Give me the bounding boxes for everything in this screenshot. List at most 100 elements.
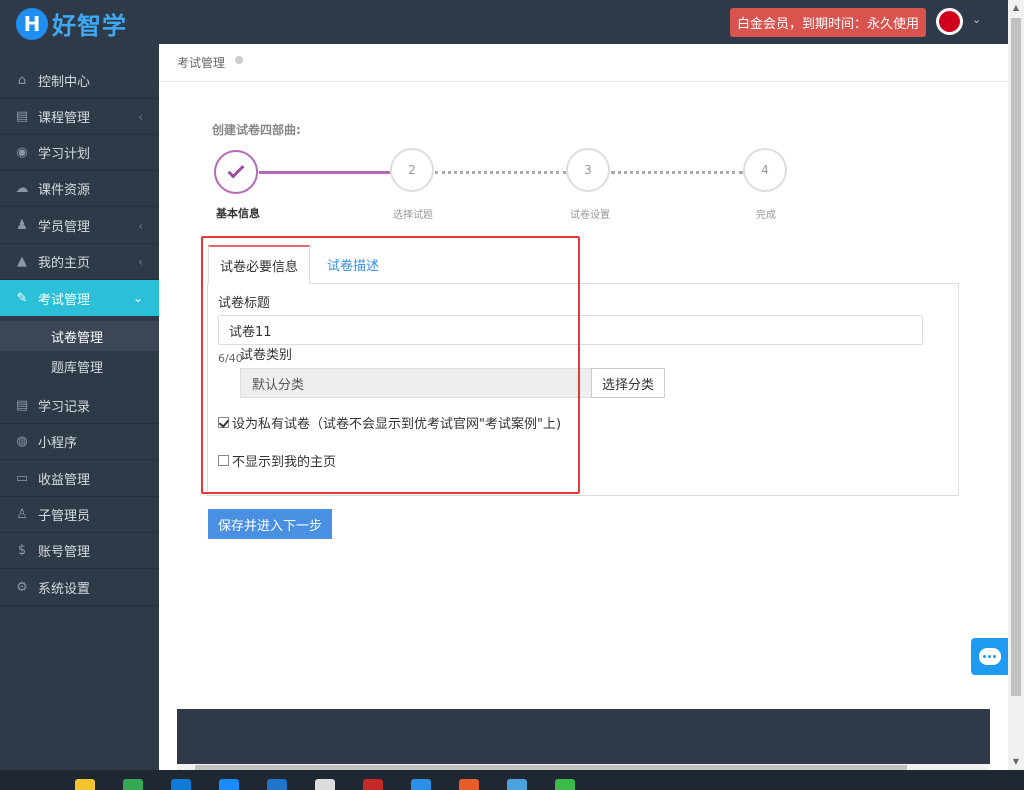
step-3-label: 试卷设置 <box>570 210 610 221</box>
sidebar-item-9[interactable]: ▭ 收益管理 <box>0 461 159 497</box>
settings-icon[interactable] <box>315 779 335 790</box>
graduation-cap-icon: ▲ <box>17 254 27 269</box>
step-2-label: 选择试题 <box>393 210 433 221</box>
title-label: 试卷标题 <box>218 296 271 311</box>
wps-icon[interactable] <box>363 779 383 790</box>
step-1-circle <box>214 150 258 194</box>
sidebar-item-label: 收益管理 <box>38 473 91 488</box>
tab-description[interactable]: 试卷描述 <box>312 245 394 284</box>
breadcrumb-label[interactable]: 考试管理 <box>177 54 225 71</box>
step-connector-done <box>259 171 390 174</box>
sidebar-item-label: 课件资源 <box>38 183 91 198</box>
sidebar-item-3[interactable]: ☁ 课件资源 <box>0 171 159 207</box>
hide-homepage-checkbox[interactable] <box>218 455 229 466</box>
save-next-button[interactable]: 保存并进入下一步 <box>208 509 332 539</box>
step-2-circle: 2 <box>390 148 434 192</box>
sidebar-item-2[interactable]: ◉ 学习计划 <box>0 135 159 171</box>
sidebar-item-label: 小程序 <box>38 436 78 451</box>
sidebar-item-1[interactable]: ▤ 课程管理 ‹ <box>0 99 159 135</box>
book-icon: ▤ <box>15 109 29 124</box>
logo-text: 好智学 <box>52 12 127 40</box>
checkmark-icon <box>227 161 245 179</box>
step-4-circle: 4 <box>743 148 787 192</box>
private-exam-option[interactable]: 设为私有试卷（试卷不会显示到优考试官网"考试案例"上) <box>218 413 561 432</box>
chat-widget[interactable] <box>971 638 1008 675</box>
gear-icon: ⚙ <box>16 580 28 595</box>
wechat-icon[interactable] <box>555 779 575 790</box>
step-4-label: 完成 <box>756 210 776 221</box>
sidebar-subitem-question-bank[interactable]: 题库管理 <box>0 351 159 381</box>
chevron-icon: ‹ <box>138 109 143 124</box>
membership-badge[interactable]: 白金会员，到期时间：永久使用 <box>730 8 926 37</box>
chevron-down-icon[interactable]: ⌄ <box>972 13 981 26</box>
sidebar-item-label: 我的主页 <box>38 256 91 271</box>
browser-icon[interactable] <box>267 779 287 790</box>
vertical-scrollbar[interactable]: ▲ ▼ <box>1008 0 1024 770</box>
sidebar-item-6[interactable]: ✎ 考试管理 ⌄ <box>0 280 159 316</box>
chrome-icon[interactable] <box>123 779 143 790</box>
sidebar-item-4[interactable]: ♟ 学员管理 ‹ <box>0 208 159 244</box>
category-label: 试卷类别 <box>240 348 293 363</box>
sidebar-item-label: 学习记录 <box>38 400 91 415</box>
step-connector <box>435 171 566 174</box>
sidebar-item-0[interactable]: ⌂ 控制中心 <box>0 63 159 99</box>
dollar-icon: $ <box>17 543 27 558</box>
folder-icon[interactable] <box>507 779 527 790</box>
sidebar-item-label: 账号管理 <box>38 545 91 560</box>
top-bar: H 好智学 白金会员，到期时间：永久使用 ⌄ <box>0 0 1008 44</box>
chevron-icon: ⌄ <box>132 291 143 305</box>
chevron-icon: ‹ <box>138 254 143 269</box>
scroll-up-arrow-icon[interactable]: ▲ <box>1008 0 1024 16</box>
user-secret-icon: ♙ <box>16 507 28 522</box>
tag-icon: ✎ <box>16 290 28 306</box>
category-field: 默认分类 <box>240 368 592 398</box>
send-icon[interactable] <box>219 779 239 790</box>
private-exam-label: 设为私有试卷（试卷不会显示到优考试官网"考试案例"上) <box>232 417 562 432</box>
avatar[interactable] <box>936 8 963 35</box>
title-input[interactable] <box>218 315 923 345</box>
step-3-circle: 3 <box>566 148 610 192</box>
sidebar-item-10[interactable]: ♙ 子管理员 <box>0 497 159 533</box>
footer <box>177 709 990 764</box>
sidebar-item-7[interactable]: ▤ 学习记录 <box>0 388 159 424</box>
office-icon[interactable] <box>459 779 479 790</box>
wechat-icon: ◍ <box>16 434 28 449</box>
chat-bubble-icon <box>978 648 1001 665</box>
sidebar-item-label: 课程管理 <box>38 111 91 126</box>
tab-required-info[interactable]: 试卷必要信息 <box>208 245 310 284</box>
step-connector <box>611 171 743 174</box>
cloud-drive-icon[interactable] <box>411 779 431 790</box>
edge-icon[interactable] <box>171 779 191 790</box>
breadcrumb: 考试管理 <box>159 44 1008 82</box>
logo[interactable]: H 好智学 <box>16 6 127 41</box>
sidebar-item-11[interactable]: $ 账号管理 <box>0 533 159 569</box>
select-category-button[interactable]: 选择分类 <box>591 368 665 398</box>
sidebar-item-label: 考试管理 <box>38 292 91 308</box>
sidebar-item-8[interactable]: ◍ 小程序 <box>0 424 159 460</box>
users-icon: ♟ <box>16 218 28 233</box>
avatar-image <box>939 11 960 32</box>
steps-title: 创建试卷四部曲: <box>212 123 301 137</box>
logo-mark: H <box>16 7 48 40</box>
private-exam-checkbox[interactable] <box>218 417 229 428</box>
breadcrumb-close-dot[interactable] <box>235 56 243 64</box>
eye-icon: ◉ <box>16 145 28 160</box>
sidebar-item-12[interactable]: ⚙ 系统设置 <box>0 570 159 606</box>
cloud-upload-icon: ☁ <box>15 181 29 196</box>
taskbar <box>0 770 1024 790</box>
title-char-counter: 6/40 <box>218 352 243 365</box>
scrollbar-thumb[interactable] <box>1011 18 1021 696</box>
hide-homepage-option[interactable]: 不显示到我的主页 <box>218 451 336 470</box>
sidebar-item-label: 系统设置 <box>38 582 91 597</box>
chevron-icon: ‹ <box>138 218 143 233</box>
step-1-label: 基本信息 <box>216 207 260 220</box>
credit-card-icon: ▭ <box>15 471 29 486</box>
sidebar-item-label: 学员管理 <box>38 220 91 235</box>
sidebar-item-label: 控制中心 <box>38 75 91 90</box>
sidebar-item-label: 子管理员 <box>38 509 91 524</box>
file-explorer-icon[interactable] <box>75 779 95 790</box>
sidebar-subitem-exam-paper[interactable]: 试卷管理 <box>0 321 159 351</box>
book-icon: ▤ <box>15 398 29 413</box>
scroll-down-arrow-icon[interactable]: ▼ <box>1008 754 1024 770</box>
sidebar-item-5[interactable]: ▲ 我的主页 ‹ <box>0 244 159 280</box>
